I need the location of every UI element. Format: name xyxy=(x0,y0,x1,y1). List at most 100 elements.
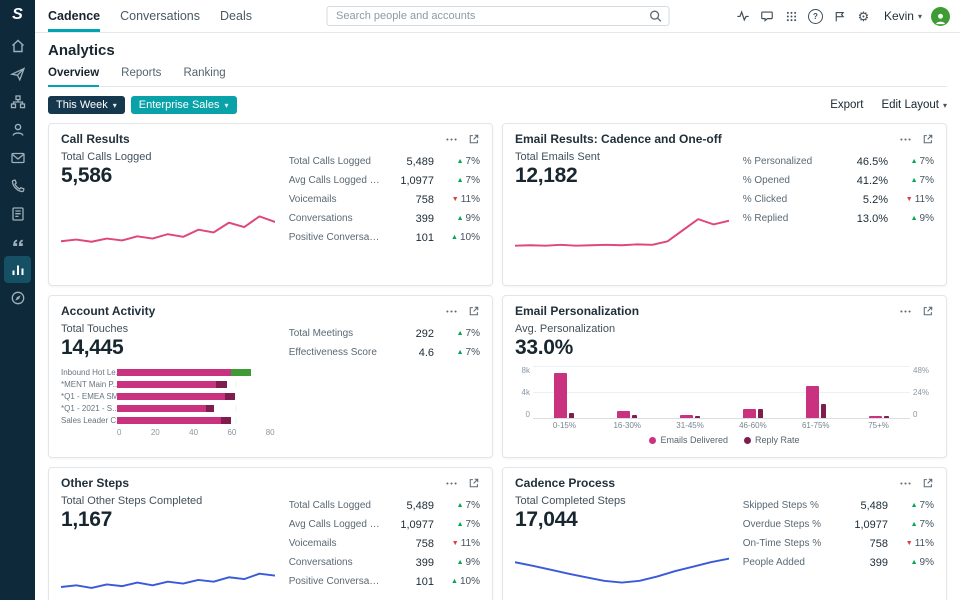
card-email-results: Email Results: Cadence and One-off Total… xyxy=(502,123,947,286)
open-card-icon[interactable] xyxy=(468,477,480,489)
coaching-quotes-icon[interactable] xyxy=(4,228,31,255)
axis-tick: 16-30% xyxy=(596,421,659,430)
stat-value: 399 xyxy=(380,557,434,569)
more-icon[interactable] xyxy=(899,305,912,318)
stat-row: Conversations399▲9% xyxy=(289,209,480,228)
settings-gear-icon[interactable]: ⚙ xyxy=(856,9,871,24)
period-filter-label: This Week xyxy=(56,99,108,111)
apps-grid-icon[interactable] xyxy=(784,9,799,24)
card-email-personalization: Email Personalization Avg. Personalizati… xyxy=(502,295,947,458)
axis-tick: 60 xyxy=(227,428,236,437)
stat-value: 1,0977 xyxy=(380,175,434,187)
tab-reports[interactable]: Reports xyxy=(121,67,161,87)
stat-value: 5,489 xyxy=(834,500,888,512)
open-card-icon[interactable] xyxy=(922,477,934,489)
user-menu[interactable]: Kevin ▾ xyxy=(884,9,922,23)
category-label: Sales Leader C... xyxy=(61,416,117,425)
bar-segment xyxy=(221,417,231,424)
email-icon[interactable] xyxy=(4,144,31,171)
flag-icon[interactable] xyxy=(832,9,847,24)
arrow-down-icon: ▼ xyxy=(452,196,459,203)
stat-label: Skipped Steps % xyxy=(743,500,834,511)
card-title: Cadence Process xyxy=(515,476,615,490)
open-card-icon[interactable] xyxy=(468,133,480,145)
search-input[interactable] xyxy=(326,6,669,26)
feed-icon[interactable] xyxy=(4,200,31,227)
stat-delta: ▲7% xyxy=(434,519,480,530)
analytics-icon[interactable] xyxy=(4,256,31,283)
bar-segment xyxy=(225,393,235,400)
edit-layout-label: Edit Layout xyxy=(881,99,939,111)
more-icon[interactable] xyxy=(445,133,458,146)
more-icon[interactable] xyxy=(899,133,912,146)
stat-label: Voicemails xyxy=(289,538,380,549)
more-icon[interactable] xyxy=(445,305,458,318)
chevron-down-icon: ▾ xyxy=(225,101,229,110)
send-icon[interactable] xyxy=(4,60,31,87)
stat-delta: ▲7% xyxy=(888,500,934,511)
stat-label: % Clicked xyxy=(743,194,834,205)
more-icon[interactable] xyxy=(445,477,458,490)
open-card-icon[interactable] xyxy=(468,305,480,317)
phone-icon[interactable] xyxy=(4,172,31,199)
nav-item-cadence[interactable]: Cadence xyxy=(48,0,100,32)
page-actions: Export Edit Layout ▾ xyxy=(830,99,947,111)
help-icon[interactable]: ? xyxy=(808,9,823,24)
axis-tick: 0 xyxy=(913,410,934,419)
bar-segment xyxy=(117,393,225,400)
stat-value: 101 xyxy=(380,576,434,588)
axis-tick: 75+% xyxy=(847,421,910,430)
tab-overview[interactable]: Overview xyxy=(48,67,99,87)
more-icon[interactable] xyxy=(899,477,912,490)
metric-label: Total Emails Sent xyxy=(515,151,729,163)
line-chart xyxy=(61,544,275,598)
export-button[interactable]: Export xyxy=(830,99,863,111)
salesloft-logo[interactable]: S xyxy=(12,6,23,24)
stat-value: 758 xyxy=(380,538,434,550)
open-card-icon[interactable] xyxy=(922,305,934,317)
stat-delta: ▲7% xyxy=(888,175,934,186)
stat-row: Total Meetings292▲7% xyxy=(289,324,480,343)
explore-icon[interactable] xyxy=(4,284,31,311)
user-avatar[interactable] xyxy=(931,7,950,26)
stat-value: 5,489 xyxy=(380,156,434,168)
arrow-up-icon: ▲ xyxy=(911,215,918,222)
bar-segment xyxy=(117,369,231,376)
stat-label: Avg Calls Logged Per Day xyxy=(289,175,380,186)
stat-list: Skipped Steps %5,489▲7%Overdue Steps %1,… xyxy=(729,496,934,598)
stat-delta: ▲7% xyxy=(888,156,934,167)
team-filter-button[interactable]: Enterprise Sales ▾ xyxy=(131,96,237,114)
bar-group xyxy=(659,366,722,418)
bar-track xyxy=(117,369,275,376)
stat-row: On-Time Steps %758▼11% xyxy=(743,534,934,553)
home-icon[interactable] xyxy=(4,32,31,59)
stat-delta: ▲9% xyxy=(434,557,480,568)
people-icon[interactable] xyxy=(4,116,31,143)
chart-area: 8k4k048%24%0 xyxy=(515,366,934,419)
bar xyxy=(758,409,763,418)
bar xyxy=(554,373,567,418)
stat-delta: ▲10% xyxy=(434,232,480,243)
open-card-icon[interactable] xyxy=(922,133,934,145)
bar-segment xyxy=(231,369,251,376)
arrow-up-icon: ▲ xyxy=(457,158,464,165)
bar-row: *Q1 - EMEA SMB... xyxy=(61,390,275,402)
stat-label: Conversations xyxy=(289,213,380,224)
stat-delta: ▲10% xyxy=(434,576,480,587)
stat-delta: ▲9% xyxy=(888,213,934,224)
legend-item: Emails Delivered xyxy=(649,435,728,445)
page-title: Analytics xyxy=(48,42,947,59)
edit-layout-button[interactable]: Edit Layout ▾ xyxy=(881,99,947,111)
period-filter-button[interactable]: This Week ▾ xyxy=(48,96,125,114)
tab-ranking[interactable]: Ranking xyxy=(183,67,225,87)
metric-label: Total Touches xyxy=(61,323,275,335)
card-cadence-process: Cadence Process Total Completed Steps 17… xyxy=(502,467,947,600)
nav-item-conversations[interactable]: Conversations xyxy=(120,0,200,32)
messages-icon[interactable] xyxy=(760,9,775,24)
search-icon[interactable] xyxy=(648,9,662,23)
nav-item-deals[interactable]: Deals xyxy=(220,0,252,32)
activity-icon[interactable] xyxy=(736,9,751,24)
stat-delta: ▼11% xyxy=(434,538,480,549)
accounts-icon[interactable] xyxy=(4,88,31,115)
line-chart xyxy=(61,200,275,254)
